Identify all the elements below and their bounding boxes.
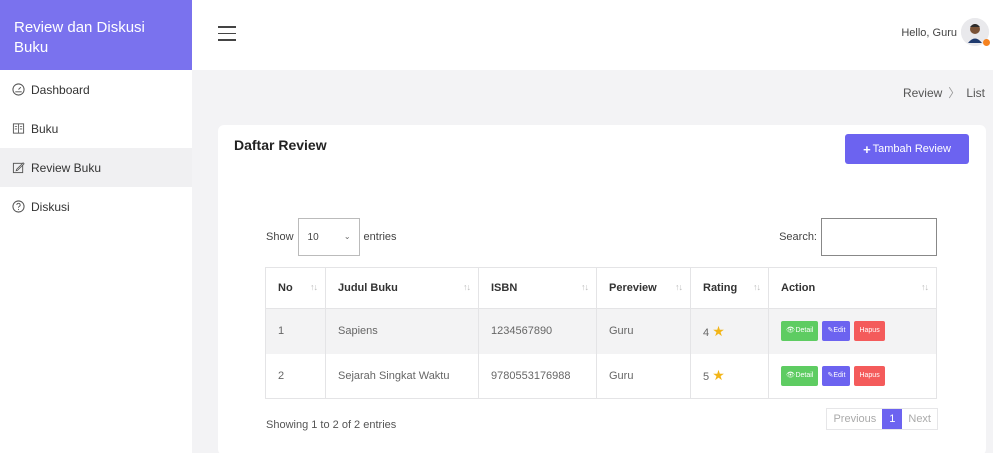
menu-icon[interactable] [218,26,236,41]
sidebar-item-diskusi[interactable]: Diskusi [0,187,192,226]
plus-icon: + [863,141,871,157]
entries-label: entries [363,231,397,243]
breadcrumb-parent[interactable]: Review [903,86,942,100]
cell-isbn: 1234567890 [478,308,597,354]
edit-button[interactable]: ✎Edit [822,365,851,386]
page-button-current[interactable]: 1 [882,409,903,429]
breadcrumb-separator-icon: 〉 [948,86,961,100]
table-row: 1 Sapiens 1234567890 Guru 4 ★ 👁 Detail ✎… [265,308,937,354]
column-header-rating[interactable]: Rating ↑↓ [690,267,769,309]
sidebar: Review dan Diskusi Buku Dashboard Buku R… [0,0,192,453]
column-header-no[interactable]: No ↑↓ [265,267,326,309]
sidebar-item-label: Diskusi [31,199,70,214]
add-review-label: Tambah Review [872,143,951,155]
cell-rating: 4 ★ [690,308,769,354]
sidebar-item-label: Dashboard [31,82,90,97]
star-icon: ★ [712,367,725,384]
breadcrumb-current: List [966,86,985,100]
status-dot [983,39,990,46]
entries-select-value: 10 [307,231,319,243]
detail-button[interactable]: 👁 Detail [781,321,819,342]
delete-button[interactable]: Hapus [854,365,885,386]
show-label: Show [266,231,294,243]
previous-button[interactable]: Previous [827,409,882,429]
column-header-isbn[interactable]: ISBN ↑↓ [478,267,597,309]
eye-icon: 👁 [786,327,795,335]
pagination: Previous 1 Next [826,408,938,430]
edit-icon [12,162,25,174]
cell-actions: 👁 Detail ✎Edit Hapus [768,353,937,399]
sidebar-item-dashboard[interactable]: Dashboard [0,70,192,109]
add-review-button[interactable]: + Tambah Review [845,134,969,164]
card-title: Daftar Review [234,137,327,153]
sort-icon: ↑↓ [581,282,589,292]
next-button[interactable]: Next [902,409,937,429]
rating-value: 4 [703,326,710,339]
eye-icon: 👁 [786,371,795,379]
sort-icon: ↑↓ [675,282,683,292]
edit-button[interactable]: ✎Edit [822,321,851,342]
top-bar: Hello, Guru [192,0,993,70]
cell-no: 2 [265,353,326,399]
entries-length-control: Show 10 ⌄ entries [266,218,397,256]
cell-rating: 5 ★ [690,353,769,399]
sidebar-item-label: Buku [31,121,59,136]
cell-pereview: Guru [596,353,691,399]
rating-value: 5 [703,371,710,384]
gauge-icon [12,83,25,96]
entries-select[interactable]: 10 ⌄ [297,218,360,256]
column-header-action[interactable]: Action ↑↓ [768,267,937,309]
star-icon: ★ [712,322,725,339]
sort-icon: ↑↓ [310,282,318,292]
table-row: 2 Sejarah Singkat Waktu 9780553176988 Gu… [265,353,937,399]
table-info: Showing 1 to 2 of 2 entries [266,419,397,431]
cell-actions: 👁 Detail ✎Edit Hapus [768,308,937,354]
search-control: Search: [779,218,937,256]
cell-no: 1 [265,308,326,354]
review-table: No ↑↓ Judul Buku ↑↓ ISBN ↑↓ Pereview ↑↓ Rati… [265,267,937,399]
sidebar-item-review-buku[interactable]: Review Buku [0,148,192,187]
cell-judul: Sejarah Singkat Waktu [325,353,479,399]
table-header-row: No ↑↓ Judul Buku ↑↓ ISBN ↑↓ Pereview ↑↓ Rati… [265,267,937,309]
avatar[interactable] [961,18,990,46]
help-circle-icon [12,200,25,213]
column-header-judul[interactable]: Judul Buku ↑↓ [325,267,479,309]
sort-icon: ↑↓ [921,282,929,292]
cell-judul: Sapiens [325,308,479,354]
detail-button[interactable]: 👁 Detail [781,365,819,386]
chevron-down-icon: ⌄ [343,232,351,241]
delete-button[interactable]: Hapus [854,321,885,342]
search-label: Search: [779,231,817,243]
sort-icon: ↑↓ [753,282,761,292]
column-header-pereview[interactable]: Pereview ↑↓ [596,267,691,309]
user-greeting[interactable]: Hello, Guru [901,27,957,39]
sidebar-item-label: Review Buku [31,160,102,175]
cell-pereview: Guru [596,308,691,354]
sidebar-item-buku[interactable]: Buku [0,109,192,148]
review-list-card: Daftar Review + Tambah Review Show 10 ⌄ … [218,125,986,453]
cell-isbn: 9780553176988 [478,353,597,399]
app-brand[interactable]: Review dan Diskusi Buku [0,0,192,70]
search-input[interactable] [821,218,937,256]
book-icon [12,123,25,134]
breadcrumb: Review 〉 List [903,84,985,101]
sort-icon: ↑↓ [463,282,471,292]
